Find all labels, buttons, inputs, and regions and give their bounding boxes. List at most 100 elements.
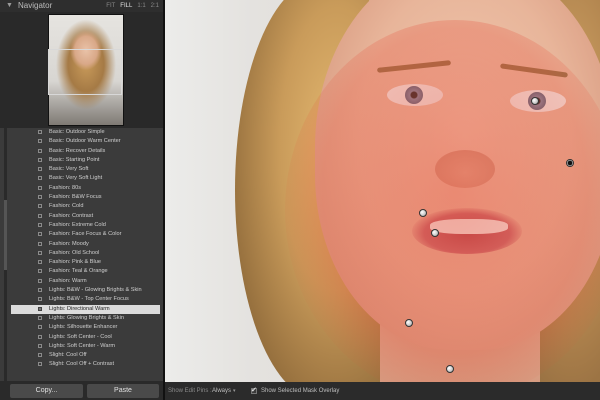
left-panel: ▼ Navigator FIT FILL 1:1 2:1 Basic: Outdoor… xyxy=(0,0,163,400)
preset-label: Lights: Soft Center - Cool xyxy=(49,333,112,340)
zoom-1-1[interactable]: 1:1 xyxy=(137,3,145,9)
preset-icon xyxy=(38,269,42,274)
photo-canvas[interactable] xyxy=(165,0,600,382)
preset-label: Fashion: Face Focus & Color xyxy=(49,231,122,238)
preset-list-item[interactable]: Basic: Very Soft xyxy=(11,165,160,174)
preset-icon xyxy=(38,195,42,200)
preset-list-item[interactable]: Slight: Cool Off xyxy=(11,351,160,360)
preset-icon xyxy=(38,260,42,265)
preset-icon xyxy=(38,288,42,293)
preset-label: Lights: Directional Warm xyxy=(49,305,110,312)
preset-icon xyxy=(38,334,42,339)
preset-label: Fashion: Contrast xyxy=(49,212,94,219)
preset-list-item[interactable]: Fashion: Warm xyxy=(11,277,160,286)
preset-icon xyxy=(38,185,42,190)
preset-list-item[interactable]: Fashion: Contrast xyxy=(11,212,160,221)
pin-neck[interactable] xyxy=(446,365,454,373)
zoom-fill[interactable]: FILL xyxy=(120,3,132,9)
preset-label: Fashion: Moody xyxy=(49,240,89,247)
preset-label: Slight: Cool Off xyxy=(49,352,87,359)
preset-list-item[interactable]: Lights: B&W - Top Center Focus xyxy=(11,295,160,304)
preset-icon xyxy=(38,232,42,237)
preset-label: Lights: B&W - Glowing Brights & Skin xyxy=(49,287,142,294)
preset-icon xyxy=(38,213,42,218)
preset-icon xyxy=(38,306,42,311)
preset-list-item[interactable]: Basic: Outdoor Simple xyxy=(11,128,160,137)
preset-list-item[interactable]: Fashion: 80s xyxy=(11,184,160,193)
preset-icon xyxy=(38,241,42,246)
preset-icon xyxy=(38,204,42,209)
pin-lip-left[interactable] xyxy=(419,209,427,217)
preset-label: Fashion: Cold xyxy=(49,203,84,210)
preset-label: Basic: Recover Details xyxy=(49,147,106,154)
preset-icon xyxy=(38,325,42,330)
preset-list-item[interactable]: Lights: Soft Center - Warm xyxy=(11,342,160,351)
preset-icon xyxy=(38,176,42,181)
preset-label: Fashion: Warm xyxy=(49,277,87,284)
preset-label: Basic: Very Soft xyxy=(49,166,89,173)
pin-chin[interactable] xyxy=(405,319,413,327)
preset-list-item[interactable]: Basic: Very Soft Light xyxy=(11,174,160,183)
preset-icon xyxy=(38,139,42,144)
preset-list-item[interactable]: Lights: Silhouette Enhancer xyxy=(11,323,160,332)
collapse-triangle-icon[interactable]: ▼ xyxy=(6,0,13,12)
preset-label: Fashion: Teal & Orange xyxy=(49,268,108,275)
navigator-view-rectangle[interactable] xyxy=(48,49,122,95)
show-edit-pins-select[interactable]: Always xyxy=(212,382,231,400)
preset-list-item[interactable]: Fashion: Moody xyxy=(11,240,160,249)
preset-icon xyxy=(38,315,42,320)
preset-list-item[interactable]: Lights: Glowing Brights & Skin xyxy=(11,314,160,323)
preset-list-item[interactable]: Fashion: Cold xyxy=(11,202,160,211)
preset-list-item[interactable]: Fashion: Old School xyxy=(11,249,160,258)
pin-eye-right[interactable] xyxy=(531,97,539,105)
navigator-title: Navigator xyxy=(18,1,53,10)
preset-label: Basic: Outdoor Simple xyxy=(49,129,105,135)
preset-list-item[interactable]: Basic: Recover Details xyxy=(11,147,160,156)
preset-label: Basic: Very Soft Light xyxy=(49,175,103,182)
preset-icon xyxy=(38,167,42,172)
preset-icon xyxy=(38,297,42,302)
preset-label: Fashion: Extreme Cold xyxy=(49,221,106,228)
preset-list-item[interactable]: Lights: Directional Warm xyxy=(11,304,160,314)
preset-icon xyxy=(38,353,42,358)
preset-list-item[interactable]: Fashion: Teal & Orange xyxy=(11,267,160,276)
preset-label: Lights: Soft Center - Warm xyxy=(49,342,116,349)
preset-list-item[interactable]: Basic: Starting Point xyxy=(11,156,160,165)
preset-list-item[interactable]: Fashion: Extreme Cold xyxy=(11,221,160,230)
preset-label: Slight: Cool Off + Contrast xyxy=(49,361,115,368)
preset-label: Lights: B&W - Top Center Focus xyxy=(49,296,129,303)
preset-label: Lights: Silhouette Enhancer xyxy=(49,324,118,331)
preset-icon xyxy=(38,148,42,153)
preset-icon xyxy=(38,130,42,134)
preset-icon xyxy=(38,343,42,348)
checkmark-icon: ✔ xyxy=(251,387,257,394)
copy-button[interactable]: Copy... xyxy=(10,384,83,398)
preset-list-item[interactable]: Lights: B&W - Glowing Brights & Skin xyxy=(11,286,160,295)
navigator-zoom-options: FIT FILL 1:1 2:1 xyxy=(101,0,159,12)
preset-label: Basic: Starting Point xyxy=(49,156,100,163)
preset-label: Fashion: Old School xyxy=(49,249,100,256)
zoom-2-1[interactable]: 2:1 xyxy=(151,3,159,9)
preset-label: Fashion: 80s xyxy=(49,184,82,191)
preset-list-item[interactable]: Fashion: Face Focus & Color xyxy=(11,230,160,239)
preset-list-item[interactable]: Lights: Soft Center - Cool xyxy=(11,333,160,342)
preset-list-item[interactable]: Fashion: Pink & Blue xyxy=(11,258,160,267)
preset-icon xyxy=(38,157,42,162)
navigator-header[interactable]: ▼ Navigator FIT FILL 1:1 2:1 xyxy=(0,0,163,12)
preset-list: Basic: Outdoor Simple Basic: Outdoor Warm… xyxy=(11,128,160,381)
preset-list-item[interactable]: Fashion: B&W Focus xyxy=(11,193,160,202)
preset-list-item[interactable]: Slight: Cool Off + Contrast xyxy=(11,360,160,369)
bottom-toolbar: Show Edit Pins : Always ▾ ✔ Show Selecte… xyxy=(165,382,600,400)
chevron-down-icon[interactable]: ▾ xyxy=(233,382,236,400)
preset-list-item[interactable]: Basic: Outdoor Warm Center xyxy=(11,137,160,146)
zoom-fit[interactable]: FIT xyxy=(106,3,115,9)
preset-icon xyxy=(38,278,42,283)
pin-cheek-right[interactable] xyxy=(566,159,574,167)
preset-scrollbar-thumb[interactable] xyxy=(4,200,7,270)
navigator-preview[interactable] xyxy=(0,12,163,128)
pin-lip-lower[interactable] xyxy=(431,229,439,237)
paste-button[interactable]: Paste xyxy=(87,384,159,398)
show-mask-overlay-label: Show Selected Mask Overlay xyxy=(261,388,340,394)
preset-icon xyxy=(38,250,42,255)
preset-icon xyxy=(38,222,42,227)
